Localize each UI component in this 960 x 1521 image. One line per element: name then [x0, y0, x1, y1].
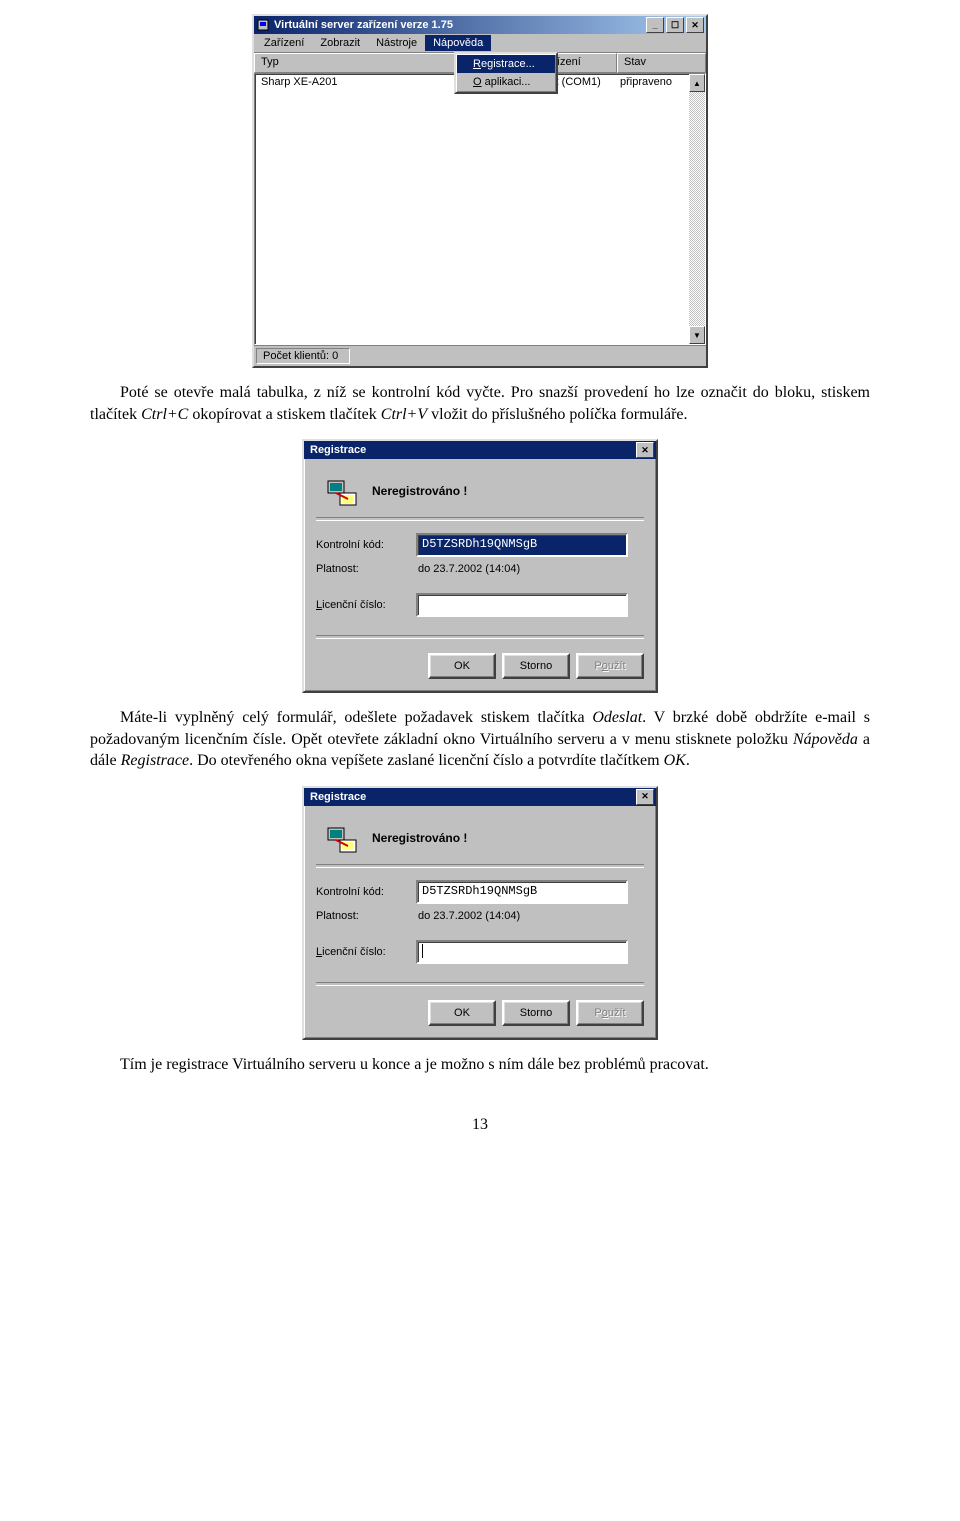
main-window: Virtuální server zařízení verze 1.75 _ ☐… [252, 14, 708, 368]
scroll-up-icon[interactable]: ▲ [689, 74, 705, 92]
pouzit-button: Použít [576, 653, 644, 679]
registration-status-text: Neregistrováno ! [372, 484, 467, 498]
dialog-titlebar: Registrace ✕ [304, 441, 656, 459]
dialog-close-button[interactable]: ✕ [636, 442, 654, 458]
divider [316, 517, 644, 521]
close-button[interactable]: ✕ [686, 17, 704, 33]
dialog-close-button[interactable]: ✕ [636, 789, 654, 805]
storno-button[interactable]: Storno [502, 653, 570, 679]
value-platnost: do 23.7.2002 (14:04) [416, 910, 520, 922]
menu-napoveda-dropdown: Registrace... O aplikaci... [454, 52, 558, 94]
input-licencni-cislo[interactable] [416, 593, 628, 617]
ok-button[interactable]: OK [428, 653, 496, 679]
menu-zobrazit[interactable]: Zobrazit [312, 35, 368, 51]
menu-nastroje[interactable]: Nástroje [368, 35, 425, 51]
paragraph-1: Poté se otevře malá tabulka, z níž se ko… [90, 382, 870, 425]
menu-item-o-aplikaci[interactable]: O aplikaci... [457, 73, 555, 91]
input-licencni-cislo[interactable] [416, 940, 628, 964]
scroll-down-icon[interactable]: ▼ [689, 326, 705, 344]
registration-status-icon [326, 822, 358, 854]
label-platnost: Platnost: [316, 563, 416, 575]
value-platnost: do 23.7.2002 (14:04) [416, 563, 520, 575]
col-stav[interactable]: Stav [617, 53, 706, 73]
divider [316, 635, 644, 639]
vertical-scrollbar[interactable]: ▲ ▼ [689, 74, 705, 344]
pouzit-button: Použít [576, 1000, 644, 1026]
text-cursor-icon [422, 944, 423, 958]
registration-dialog-1: Registrace ✕ [302, 439, 658, 693]
dialog-title: Registrace [306, 791, 636, 803]
menu-item-registrace[interactable]: Registrace... [457, 55, 555, 73]
registration-dialog-2: Registrace ✕ [302, 786, 658, 1040]
label-licencni-cislo: Licenční číslo: [316, 599, 416, 611]
registration-status-text: Neregistrováno ! [372, 831, 467, 845]
window-title: Virtuální server zařízení verze 1.75 [274, 19, 646, 31]
divider [316, 864, 644, 868]
label-platnost: Platnost: [316, 910, 416, 922]
col-typ[interactable]: Typ [254, 53, 468, 73]
status-client-count: Počet klientů: 0 [256, 348, 350, 364]
minimize-button[interactable]: _ [646, 17, 664, 33]
statusbar: Počet klientů: 0 [254, 345, 706, 366]
paragraph-3: Tím je registrace Virtuálního serveru u … [90, 1054, 870, 1076]
registration-status-icon [326, 475, 358, 507]
menu-napoveda[interactable]: Nápověda [425, 35, 491, 51]
menubar: Zařízení Zobrazit Nástroje Nápověda Regi… [254, 34, 706, 52]
label-licencni-cislo: Licenční číslo: [316, 946, 416, 958]
ok-button[interactable]: OK [428, 1000, 496, 1026]
dialog-titlebar: Registrace ✕ [304, 788, 656, 806]
input-kontrolni-kod[interactable]: D5TZSRDh19QNMSgB [416, 533, 628, 557]
app-icon [256, 18, 270, 32]
divider [316, 982, 644, 986]
dialog-title: Registrace [306, 444, 636, 456]
input-kontrolni-kod[interactable]: D5TZSRDh19QNMSgB [416, 880, 628, 904]
menu-zarizeni[interactable]: Zařízení [256, 35, 312, 51]
storno-button[interactable]: Storno [502, 1000, 570, 1026]
label-kontrolni-kod: Kontrolní kód: [316, 539, 416, 551]
maximize-button[interactable]: ☐ [666, 17, 684, 33]
page-number: 13 [90, 1116, 870, 1134]
paragraph-2: Máte-li vyplněný celý formulář, odešlete… [90, 707, 870, 772]
titlebar: Virtuální server zařízení verze 1.75 _ ☐… [254, 16, 706, 34]
label-kontrolni-kod: Kontrolní kód: [316, 886, 416, 898]
list-area: Sharp XE-A201 Komunikační port (COM1) př… [254, 73, 706, 345]
